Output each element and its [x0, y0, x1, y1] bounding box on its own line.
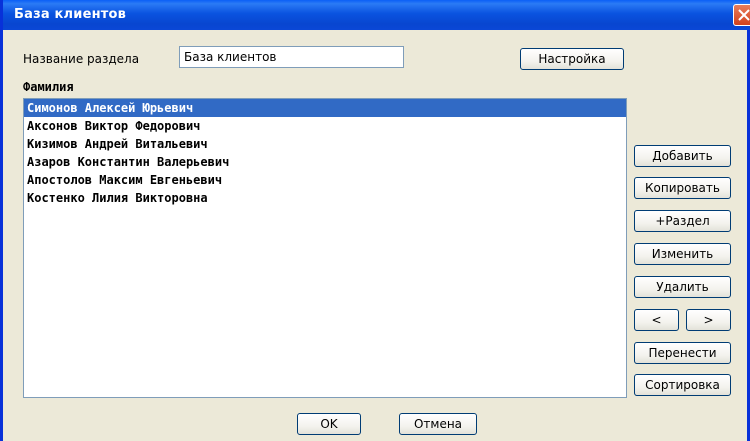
previous-button[interactable]: < — [634, 309, 679, 331]
move-button[interactable]: Перенести — [634, 342, 731, 364]
close-icon — [738, 9, 750, 21]
settings-button[interactable]: Настройка — [520, 48, 624, 70]
dialog-window: База клиентов Название раздела База клие… — [0, 0, 750, 441]
section-name-input[interactable]: База клиентов — [179, 46, 404, 68]
list-item[interactable]: Азаров Константин Валерьевич — [24, 153, 626, 171]
surname-column-header: Фамилия — [23, 80, 74, 94]
add-button[interactable]: Добавить — [634, 145, 731, 167]
delete-button[interactable]: Удалить — [634, 276, 731, 298]
window-title: База клиентов — [14, 7, 127, 22]
cancel-button[interactable]: Отмена — [399, 413, 477, 435]
add-section-button[interactable]: +Раздел — [634, 210, 731, 232]
next-button[interactable]: > — [686, 309, 731, 331]
copy-button[interactable]: Копировать — [634, 177, 731, 199]
close-button[interactable] — [733, 4, 750, 26]
list-item[interactable]: Кизимов Андрей Витальевич — [24, 135, 626, 153]
list-item[interactable]: Костенко Лилия Викторовна — [24, 189, 626, 207]
list-item[interactable]: Апостолов Максим Евгеньевич — [24, 171, 626, 189]
list-item[interactable]: Симонов Алексей Юрьевич — [24, 99, 626, 117]
sort-button[interactable]: Сортировка — [634, 374, 731, 396]
client-list[interactable]: Симонов Алексей Юрьевич Аксонов Виктор Ф… — [23, 98, 627, 398]
list-item[interactable]: Аксонов Виктор Федорович — [24, 117, 626, 135]
ok-button[interactable]: OK — [297, 413, 361, 435]
title-bar[interactable]: База клиентов — [3, 0, 750, 30]
section-name-label: Название раздела — [23, 52, 140, 66]
edit-button[interactable]: Изменить — [634, 243, 731, 265]
